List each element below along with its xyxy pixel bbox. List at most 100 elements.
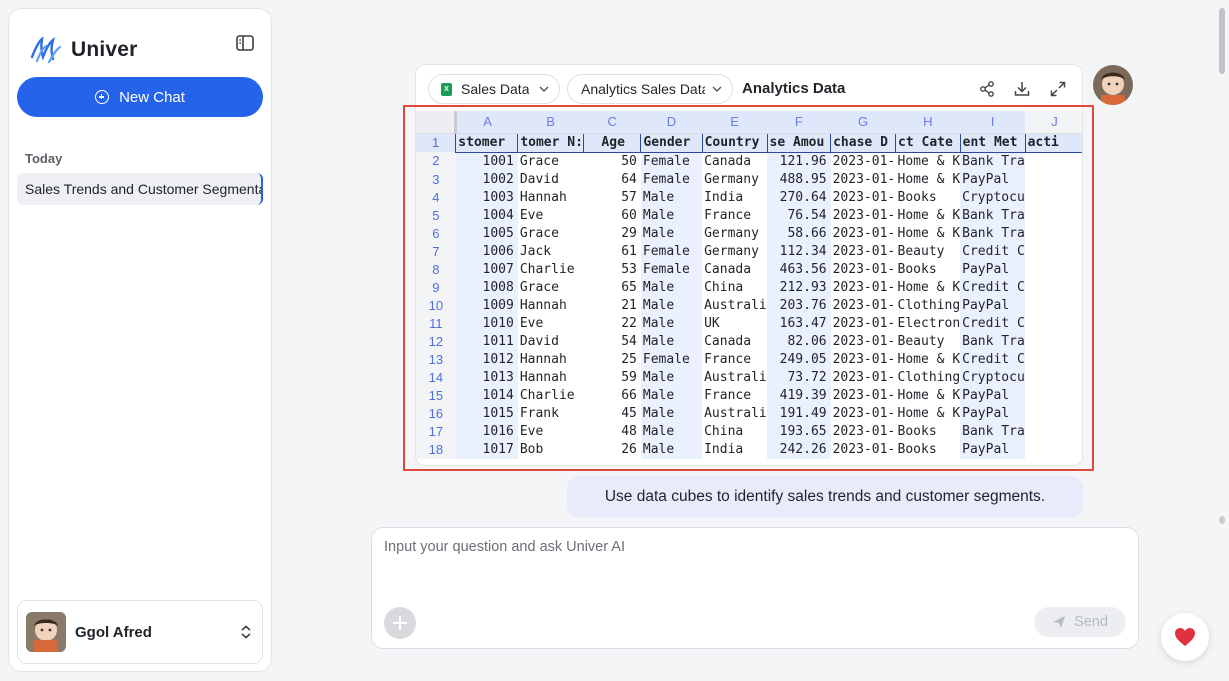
grid-cell[interactable]: 1004 bbox=[455, 206, 518, 225]
grid-cell[interactable]: 2023-01- bbox=[831, 171, 896, 189]
column-header-f[interactable]: F bbox=[767, 111, 831, 134]
grid-cell[interactable]: David bbox=[518, 171, 584, 189]
grid-cell[interactable]: 64 bbox=[583, 171, 640, 189]
grid-cell[interactable]: Beauty bbox=[896, 333, 961, 351]
grid-cell[interactable]: 66 bbox=[583, 387, 640, 405]
grid-cell[interactable]: 242.26 bbox=[767, 440, 831, 459]
grid-cell[interactable]: Male bbox=[640, 422, 703, 441]
user-menu[interactable]: Ggol Afred bbox=[17, 600, 263, 664]
grid-cell[interactable]: Bank Tra bbox=[960, 332, 1026, 351]
grid-cell[interactable]: 21 bbox=[583, 297, 640, 315]
grid-cell[interactable]: 22 bbox=[583, 315, 640, 333]
grid-cell[interactable]: Books bbox=[896, 441, 961, 459]
favorite-button[interactable] bbox=[1161, 613, 1209, 661]
grid-corner[interactable] bbox=[416, 111, 458, 134]
row-header[interactable]: 16 bbox=[416, 404, 456, 423]
header-cell[interactable]: chase D bbox=[830, 132, 896, 153]
grid-cell[interactable]: Home & K bbox=[896, 171, 961, 189]
column-header-j[interactable]: J bbox=[1025, 111, 1082, 134]
question-input[interactable] bbox=[384, 539, 1124, 599]
grid-cell[interactable]: 65 bbox=[583, 279, 640, 297]
grid-cell[interactable]: Bank Tra bbox=[960, 422, 1026, 441]
grid-cell[interactable]: Australi bbox=[702, 297, 767, 315]
row-header[interactable]: 18 bbox=[416, 440, 456, 459]
column-header-i[interactable]: I bbox=[960, 111, 1026, 134]
grid-cell[interactable]: Eve bbox=[518, 315, 584, 333]
grid-cell[interactable]: 2023-01- bbox=[831, 369, 896, 387]
sidebar-toggle-icon[interactable] bbox=[235, 33, 255, 53]
grid-cell[interactable]: 488.95 bbox=[767, 170, 831, 189]
grid-cell[interactable]: Male bbox=[640, 296, 703, 315]
grid-cell[interactable]: Credit C bbox=[960, 242, 1026, 261]
grid-cell[interactable]: Bank Tra bbox=[960, 206, 1026, 225]
grid-cell[interactable]: 26 bbox=[583, 441, 640, 459]
grid-cell[interactable]: 1015 bbox=[455, 404, 518, 423]
grid-cell[interactable]: France bbox=[702, 351, 767, 369]
attach-button[interactable] bbox=[384, 607, 416, 639]
grid-cell[interactable] bbox=[1025, 225, 1082, 243]
grid-cell[interactable]: 1001 bbox=[455, 152, 518, 171]
fullscreen-icon[interactable] bbox=[1049, 80, 1067, 98]
grid-cell[interactable]: 48 bbox=[583, 423, 640, 441]
grid-cell[interactable]: Home & K bbox=[896, 207, 961, 225]
grid-cell[interactable]: 2023-01- bbox=[831, 441, 896, 459]
column-header-c[interactable]: C bbox=[583, 111, 641, 134]
grid-cell[interactable]: Home & K bbox=[896, 152, 961, 171]
grid-cell[interactable]: 2023-01- bbox=[831, 243, 896, 261]
page-scrollbar[interactable] bbox=[1219, 8, 1225, 74]
grid-cell[interactable]: Female bbox=[640, 170, 703, 189]
grid-cell[interactable]: Grace bbox=[518, 152, 584, 171]
grid-cell[interactable]: Female bbox=[640, 152, 703, 171]
grid-cell[interactable] bbox=[1025, 243, 1082, 261]
grid-cell[interactable]: 1003 bbox=[455, 188, 518, 207]
grid-cell[interactable]: 1010 bbox=[455, 314, 518, 333]
grid-cell[interactable]: 50 bbox=[583, 152, 640, 171]
grid-cell[interactable]: Bank Tra bbox=[960, 152, 1026, 171]
grid-cell[interactable]: Hannah bbox=[518, 351, 584, 369]
grid-cell[interactable]: Hannah bbox=[518, 189, 584, 207]
grid-cell[interactable]: 2023-01- bbox=[831, 387, 896, 405]
grid-cell[interactable]: 2023-01- bbox=[831, 279, 896, 297]
row-header[interactable]: 2 bbox=[416, 152, 456, 171]
column-header-d[interactable]: D bbox=[640, 111, 703, 134]
grid-cell[interactable]: Grace bbox=[518, 279, 584, 297]
grid-cell[interactable]: 463.56 bbox=[767, 260, 831, 279]
grid-cell[interactable]: Credit C bbox=[960, 350, 1026, 369]
row-header[interactable]: 8 bbox=[416, 260, 456, 279]
header-cell[interactable]: ct Cate bbox=[895, 132, 961, 153]
grid-cell[interactable]: 1006 bbox=[455, 242, 518, 261]
grid-cell[interactable]: 2023-01- bbox=[831, 189, 896, 207]
grid-cell[interactable]: Australi bbox=[702, 405, 767, 423]
row-header[interactable]: 3 bbox=[416, 170, 456, 189]
header-cell[interactable]: se Amou bbox=[766, 132, 831, 153]
grid-cell[interactable]: Books bbox=[896, 423, 961, 441]
row-header[interactable]: 4 bbox=[416, 188, 456, 207]
grid-cell[interactable]: PayPal bbox=[960, 386, 1026, 405]
grid-cell[interactable]: Male bbox=[640, 440, 703, 459]
grid-cell[interactable]: Male bbox=[640, 386, 703, 405]
grid-cell[interactable]: France bbox=[702, 207, 767, 225]
grid-cell[interactable]: 1016 bbox=[455, 422, 518, 441]
share-icon[interactable] bbox=[978, 80, 996, 98]
grid-cell[interactable]: 1002 bbox=[455, 170, 518, 189]
column-header-b[interactable]: B bbox=[517, 111, 584, 134]
grid-cell[interactable]: Male bbox=[640, 368, 703, 387]
grid-cell[interactable]: Jack bbox=[518, 243, 584, 261]
grid-cell[interactable]: Germany bbox=[702, 243, 767, 261]
grid-cell[interactable]: 59 bbox=[583, 369, 640, 387]
grid-cell[interactable]: Cryptocu bbox=[960, 368, 1026, 387]
grid-cell[interactable]: 1017 bbox=[455, 440, 518, 459]
grid-cell[interactable]: Beauty bbox=[896, 243, 961, 261]
grid-cell[interactable]: Male bbox=[640, 206, 703, 225]
new-chat-button[interactable]: New Chat bbox=[17, 77, 263, 117]
grid-cell[interactable]: 193.65 bbox=[767, 422, 831, 441]
grid-cell[interactable]: 2023-01- bbox=[831, 152, 896, 171]
grid-cell[interactable]: 1007 bbox=[455, 260, 518, 279]
row-header[interactable]: 17 bbox=[416, 422, 456, 441]
grid-cell[interactable]: Male bbox=[640, 278, 703, 297]
grid-cell[interactable]: 45 bbox=[583, 405, 640, 423]
grid-cell[interactable]: Electron bbox=[896, 315, 961, 333]
header-cell[interactable]: Country bbox=[701, 132, 768, 153]
grid-cell[interactable]: Bob bbox=[518, 441, 584, 459]
grid-cell[interactable]: PayPal bbox=[960, 296, 1026, 315]
